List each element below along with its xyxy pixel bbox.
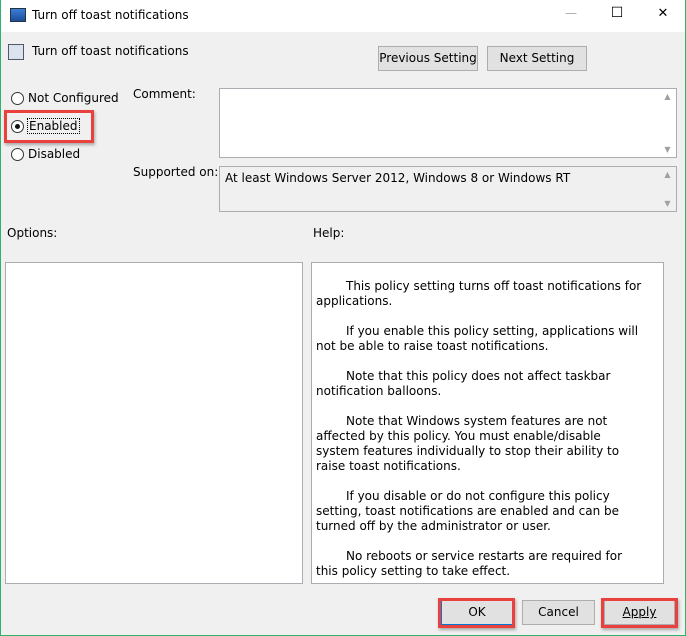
radio-label: Disabled: [28, 147, 81, 161]
next-setting-button[interactable]: Next Setting: [487, 46, 587, 71]
previous-setting-button[interactable]: Previous Setting: [378, 46, 478, 71]
help-label: Help:: [313, 226, 345, 240]
radio-label: Not Configured: [28, 91, 119, 105]
supported-value: At least Windows Server 2012, Windows 8 …: [225, 171, 571, 185]
options-label: Options:: [7, 226, 58, 240]
options-panel: [5, 262, 303, 584]
cancel-button[interactable]: Cancel: [522, 600, 595, 625]
supported-field: At least Windows Server 2012, Windows 8 …: [219, 166, 677, 212]
minimize-button[interactable]: —: [561, 6, 581, 20]
close-button[interactable]: ✕: [653, 6, 673, 21]
help-paragraph: No reboots or service restarts are requi…: [316, 549, 623, 578]
radio-circle[interactable]: [11, 92, 24, 105]
policy-dialog: Turn off toast notifications — ☐ ✕ Turn …: [0, 0, 686, 636]
help-paragraph: This policy setting turns off toast noti…: [316, 279, 642, 308]
window-title: Turn off toast notifications: [32, 8, 189, 22]
radio-circle[interactable]: [11, 148, 24, 161]
maximize-button[interactable]: ☐: [607, 5, 627, 21]
help-paragraph: If you disable or do not configure this …: [316, 489, 620, 533]
supported-label: Supported on:: [133, 165, 219, 179]
help-scrollbar[interactable]: [664, 262, 681, 584]
help-paragraph: If you enable this policy setting, appli…: [316, 324, 639, 353]
apply-highlight: [601, 598, 678, 628]
policy-name: Turn off toast notifications: [32, 44, 189, 58]
supported-scrollbar[interactable]: ▲ ▼: [659, 167, 676, 211]
help-paragraph: Note that this policy does not affect ta…: [316, 369, 611, 398]
help-paragraph: Note that Windows system features are no…: [316, 414, 620, 473]
ok-highlight: [438, 598, 515, 628]
policy-editor-icon: [10, 8, 26, 22]
comment-scrollbar[interactable]: ▲ ▼: [659, 89, 676, 157]
enabled-highlight: [4, 110, 94, 143]
comment-input[interactable]: ▲ ▼: [219, 88, 677, 158]
title-bar: Turn off toast notifications — ☐ ✕: [1, 0, 685, 32]
comment-label: Comment:: [133, 87, 196, 101]
policy-setting-icon: [8, 44, 24, 60]
help-panel: This policy setting turns off toast noti…: [311, 262, 664, 584]
